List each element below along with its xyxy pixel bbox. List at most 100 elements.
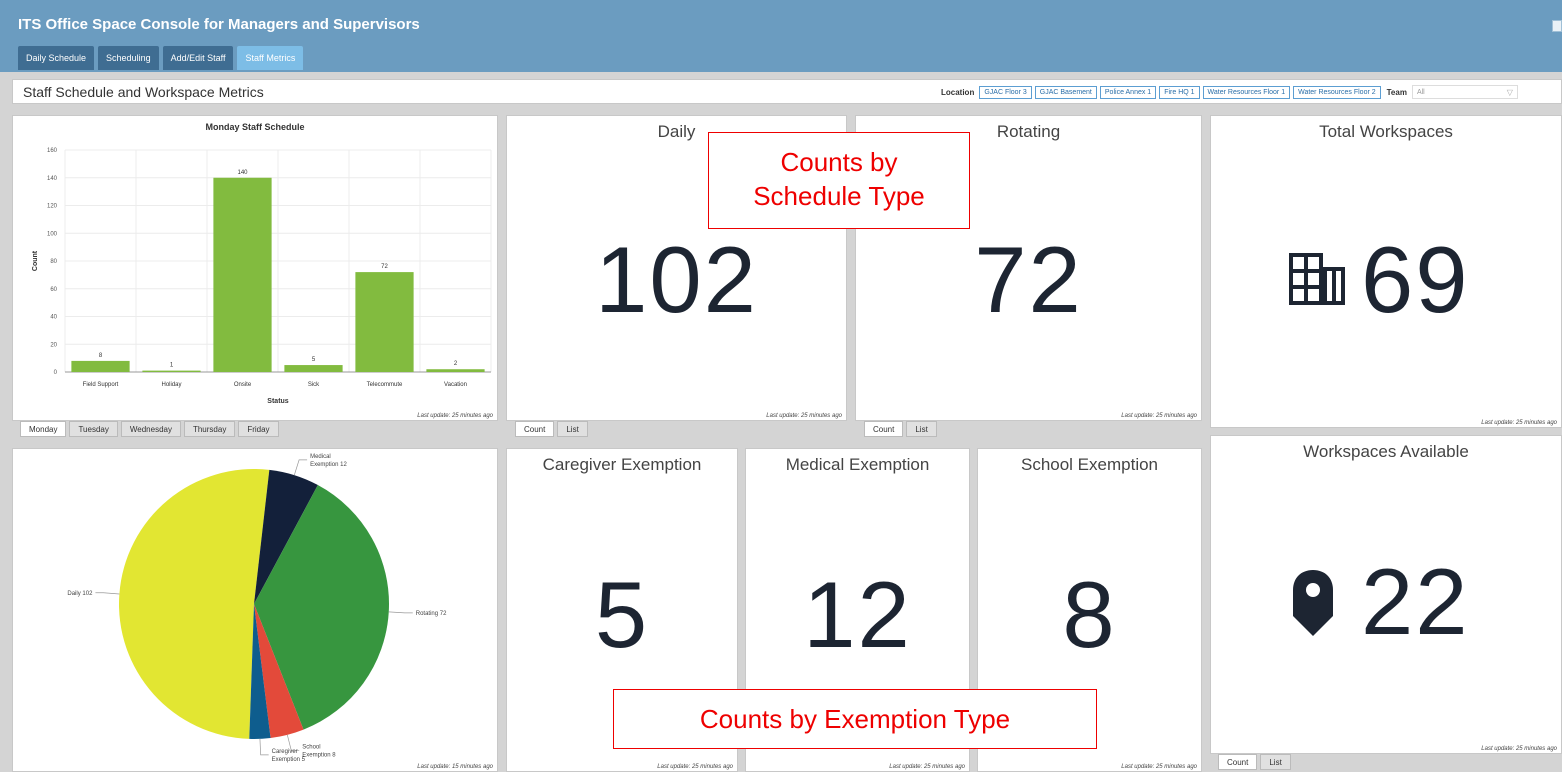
pie-chart: Daily 102 Medical Exemption 12 Rotating 72 S…	[67, 454, 447, 763]
location-button-gjac-basement[interactable]: GJAC Basement	[1034, 85, 1097, 99]
day-tab-tuesday[interactable]: Tuesday	[69, 421, 118, 437]
pie-slice	[118, 468, 270, 739]
building-icon	[1289, 253, 1345, 305]
x-tick-label: Holiday	[161, 382, 181, 388]
pie-slice-label: Rotating 72	[416, 611, 447, 617]
last-update-text: Last update: 25 minutes ago	[1481, 746, 1557, 752]
subheader-bar: Staff Schedule and Workspace Metrics Loc…	[12, 79, 1562, 104]
total-workspaces-count: 69	[1361, 227, 1470, 332]
x-tick-label: Telecommute	[367, 382, 403, 388]
bar	[426, 369, 485, 372]
bar-data-label: 5	[312, 357, 316, 363]
count-tab[interactable]: Count	[515, 421, 555, 437]
pie-leader-line	[259, 738, 269, 756]
bar	[142, 370, 201, 372]
last-update-text: Last update: 25 minutes ago	[1121, 764, 1197, 770]
x-axis-label: Status	[267, 398, 289, 405]
y-tick-label: 20	[50, 342, 57, 348]
last-update-text: Last update: 25 minutes ago	[657, 764, 733, 770]
filter-bar: Location GJAC Floor 3 GJAC Basement Poli…	[941, 85, 1518, 99]
pie-slice-label: Daily 102	[67, 591, 93, 597]
location-button-gjac-floor-3[interactable]: GJAC Floor 3	[979, 85, 1032, 99]
bar-chart-panel: Monday Staff Schedule 0 20 40 60 80 100 120 140…	[12, 115, 498, 421]
y-tick-label: 0	[54, 370, 58, 376]
y-tick-label: 100	[47, 231, 58, 237]
count-tab[interactable]: Count	[1218, 754, 1258, 770]
last-update-text: Last update: 15 minutes ago	[417, 764, 493, 770]
pie-leader-line	[293, 459, 308, 476]
x-tick-label: Vacation	[444, 382, 467, 388]
last-update-text: Last update: 25 minutes ago	[889, 764, 965, 770]
annotation-schedule-type: Counts by Schedule Type	[708, 132, 970, 229]
pie-leader-line	[95, 592, 120, 595]
day-tab-thursday[interactable]: Thursday	[183, 421, 236, 437]
tab-add-edit-staff[interactable]: Add/Edit Staff	[162, 46, 234, 70]
total-workspaces-panel: Total Workspaces 69 Last update: 25 minu…	[1210, 115, 1562, 428]
chevron-down-icon: ▽	[1506, 87, 1513, 97]
y-axis-label: Count	[32, 250, 39, 271]
y-tick-label: 80	[50, 259, 57, 265]
y-tick-label: 120	[47, 204, 58, 210]
annotation-exemption-type: Counts by Exemption Type	[613, 689, 1097, 749]
bar-data-label: 2	[454, 361, 458, 367]
school-count: 8	[1062, 562, 1117, 667]
bar	[355, 272, 414, 372]
bar-data-label: 8	[99, 353, 103, 359]
bar	[284, 365, 343, 372]
y-tick-label: 60	[50, 287, 57, 293]
medical-count: 12	[803, 562, 912, 667]
app-header: ITS Office Space Console for Managers an…	[0, 0, 1562, 72]
page-title: Staff Schedule and Workspace Metrics	[23, 84, 264, 100]
caregiver-title: Caregiver Exemption	[542, 455, 702, 474]
bar-data-label: 1	[170, 363, 174, 369]
tab-staff-metrics[interactable]: Staff Metrics	[237, 46, 304, 70]
x-tick-label: Field Support	[83, 382, 119, 388]
y-tick-label: 40	[50, 315, 57, 321]
bar-data-label: 72	[381, 264, 388, 270]
workspaces-available-panel: Workspaces Available 22 Last update: 25 …	[1210, 435, 1562, 754]
location-button-police-annex-1[interactable]: Police Annex 1	[1099, 85, 1157, 99]
last-update-text: Last update: 25 minutes ago	[1121, 413, 1197, 419]
logo-image	[1552, 20, 1562, 32]
day-tab-friday[interactable]: Friday	[238, 421, 279, 437]
school-title: School Exemption	[1020, 455, 1159, 474]
last-update-text: Last update: 25 minutes ago	[1481, 420, 1557, 426]
caregiver-count: 5	[594, 562, 650, 667]
pie-slice-label: Medical Exemption 12	[310, 454, 347, 468]
tab-daily-schedule[interactable]: Daily Schedule	[18, 46, 95, 70]
bar	[71, 360, 130, 372]
x-tick-label: Sick	[308, 382, 320, 388]
main-tabs: Daily Schedule Scheduling Add/Edit Staff…	[18, 46, 304, 70]
rotating-view-tabs: Count List	[864, 421, 937, 437]
count-tab[interactable]: Count	[864, 421, 904, 437]
workspaces-available-count: 22	[1361, 549, 1470, 654]
location-button-water-resources-floor-2[interactable]: Water Resources Floor 2	[1293, 85, 1381, 99]
tab-scheduling[interactable]: Scheduling	[98, 46, 159, 70]
total-workspaces-title: Total Workspaces	[1319, 122, 1453, 141]
list-tab[interactable]: List	[906, 421, 937, 437]
daily-view-tabs: Count List	[515, 421, 588, 437]
bar-data-label: 140	[237, 170, 248, 176]
day-tab-monday[interactable]: Monday	[20, 421, 67, 437]
pie-slice-label: Caregiver Exemption 5	[272, 749, 306, 763]
y-tick-label: 160	[47, 148, 58, 154]
day-tabs: Monday Tuesday Wednesday Thursday Friday	[20, 421, 279, 437]
pie-slice-label: School Exemption 8	[302, 744, 336, 758]
y-tick-label: 140	[47, 176, 58, 182]
last-update-text: Last update: 25 minutes ago	[417, 413, 493, 419]
pie-chart-panel: Daily 102 Medical Exemption 12 Rotating 72 S…	[12, 448, 498, 772]
team-select[interactable]: All ▽	[1411, 85, 1518, 99]
last-update-text: Last update: 25 minutes ago	[766, 413, 842, 419]
team-select-value: All	[1416, 88, 1425, 96]
pie-leader-line	[388, 611, 413, 614]
rotating-count: 72	[974, 227, 1083, 332]
app-title: ITS Office Space Console for Managers an…	[18, 16, 420, 33]
location-button-water-resources-floor-1[interactable]: Water Resources Floor 1	[1202, 85, 1291, 99]
bar-chart: 0 20 40 60 80 100 120 140 160 8 Field Support 1 Holi…	[32, 148, 492, 405]
list-tab[interactable]: List	[1260, 754, 1291, 770]
bar	[213, 177, 272, 372]
map-pin-icon	[1293, 570, 1333, 636]
day-tab-wednesday[interactable]: Wednesday	[120, 421, 181, 437]
location-button-fire-hq-1[interactable]: Fire HQ 1	[1159, 85, 1200, 99]
list-tab[interactable]: List	[557, 421, 588, 437]
